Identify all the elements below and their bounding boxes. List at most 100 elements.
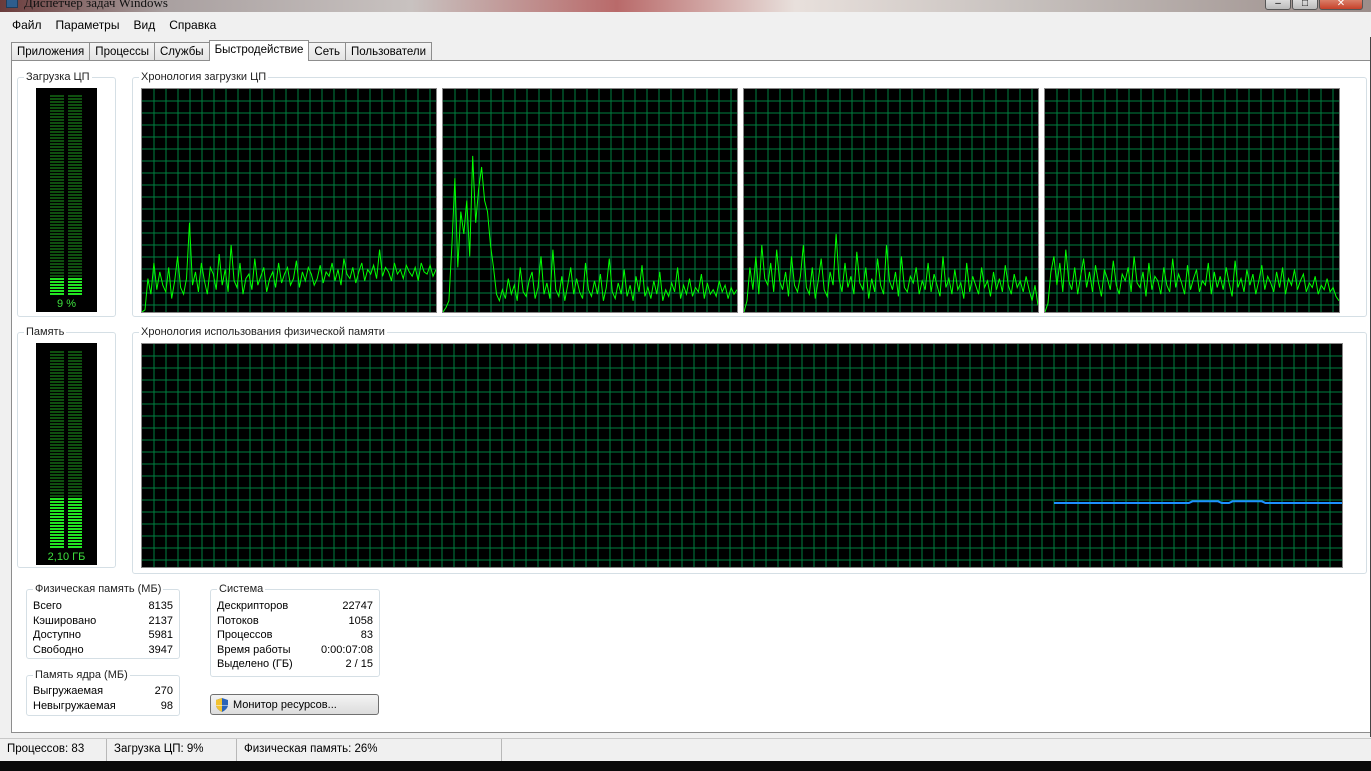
stat-row: Дескрипторов 22747 xyxy=(217,600,373,615)
stat-value: 1058 xyxy=(348,615,373,627)
meter-segment xyxy=(50,218,64,220)
menu-file[interactable]: Файл xyxy=(5,16,49,34)
meter-segment xyxy=(68,480,82,482)
meter-segment xyxy=(68,188,82,190)
meter-segment xyxy=(50,287,64,289)
tab-applications[interactable]: Приложения xyxy=(11,42,91,61)
meter-segment xyxy=(68,98,82,100)
tab-performance[interactable]: Быстродействие xyxy=(208,40,310,61)
menu-help[interactable]: Справка xyxy=(162,16,223,34)
meter-segment xyxy=(50,230,64,232)
meter-segment xyxy=(68,161,82,163)
cpu-usage-meter: 9 % xyxy=(36,88,97,312)
meter-segment xyxy=(50,402,64,404)
stat-row: Доступно 5981 xyxy=(33,629,173,644)
meter-segment xyxy=(50,513,64,515)
meter-segment xyxy=(50,381,64,383)
menu-view[interactable]: Вид xyxy=(126,16,162,34)
tab-users[interactable]: Пользователи xyxy=(345,42,433,61)
meter-segment xyxy=(68,546,82,548)
meter-segment xyxy=(50,399,64,401)
maximize-button[interactable]: □ xyxy=(1292,0,1318,10)
meter-segment xyxy=(50,522,64,524)
meter-segment xyxy=(68,293,82,295)
meter-segment xyxy=(68,537,82,539)
meter-segment xyxy=(50,116,64,118)
meter-segment xyxy=(50,498,64,500)
stat-key: Выгружаемая xyxy=(33,685,104,697)
meter-segment xyxy=(50,366,64,368)
meter-segment xyxy=(50,140,64,142)
meter-segment xyxy=(68,423,82,425)
graph-grid xyxy=(443,89,737,312)
tab-services[interactable]: Службы xyxy=(153,42,210,61)
title-bar[interactable]: Диспетчер задач Windows – □ ✕ xyxy=(0,0,1371,12)
meter-segment xyxy=(68,525,82,527)
meter-segment xyxy=(68,227,82,229)
meter-segment xyxy=(68,158,82,160)
meter-segment xyxy=(68,444,82,446)
meter-segment xyxy=(68,414,82,416)
meter-segment xyxy=(68,107,82,109)
meter-segment xyxy=(50,224,64,226)
cpu-history-label: Хронология загрузки ЦП xyxy=(139,71,269,84)
meter-segment xyxy=(68,474,82,476)
meter-segment xyxy=(68,110,82,112)
meter-segment xyxy=(68,522,82,524)
resource-monitor-label: Монитор ресурсов... xyxy=(233,698,337,711)
meter-segment xyxy=(68,278,82,280)
meter-segment xyxy=(50,423,64,425)
uac-shield-icon xyxy=(216,698,228,712)
meter-segment xyxy=(68,381,82,383)
meter-segment xyxy=(68,290,82,292)
meter-segment xyxy=(68,363,82,365)
cpu-usage-line xyxy=(142,222,436,312)
meter-segment xyxy=(50,173,64,175)
minimize-button[interactable]: – xyxy=(1265,0,1291,10)
stat-row: Свободно 3947 xyxy=(33,644,173,659)
cpu-usage-group: Загрузка ЦП 9 % xyxy=(17,71,116,317)
meter-segment xyxy=(68,429,82,431)
meter-segment xyxy=(50,242,64,244)
meter-segment xyxy=(68,275,82,277)
memory-usage-value: 2,10 ГБ xyxy=(47,551,86,563)
meter-segment xyxy=(68,164,82,166)
meter-segment xyxy=(50,164,64,166)
meter-segment xyxy=(68,104,82,106)
status-bar: Процессов: 83 Загрузка ЦП: 9% Физическая… xyxy=(0,738,1371,762)
meter-segment xyxy=(68,375,82,377)
meter-segment xyxy=(50,215,64,217)
meter-segment xyxy=(68,212,82,214)
meter-segment xyxy=(50,432,64,434)
stat-value: 2137 xyxy=(148,615,173,627)
meter-segment xyxy=(50,248,64,250)
meter-segment xyxy=(68,140,82,142)
menu-options[interactable]: Параметры xyxy=(49,16,127,34)
meter-segment xyxy=(68,95,82,97)
stat-key: Время работы xyxy=(217,644,291,656)
meter-segment xyxy=(68,134,82,136)
tab-networking[interactable]: Сеть xyxy=(308,42,346,61)
meter-segment xyxy=(68,471,82,473)
meter-segment xyxy=(50,200,64,202)
meter-segment xyxy=(50,528,64,530)
meter-segment xyxy=(50,260,64,262)
meter-segment xyxy=(68,257,82,259)
meter-segment xyxy=(68,263,82,265)
meter-segment xyxy=(50,420,64,422)
meter-segment xyxy=(68,399,82,401)
close-button[interactable]: ✕ xyxy=(1319,0,1363,10)
meter-segment xyxy=(68,176,82,178)
cpu-core-2-graph xyxy=(442,88,738,313)
meter-segment xyxy=(50,390,64,392)
meter-segment xyxy=(50,272,64,274)
meter-segment xyxy=(50,456,64,458)
stat-value: 2 / 15 xyxy=(345,658,373,670)
resource-monitor-button[interactable]: Монитор ресурсов... xyxy=(210,694,379,715)
meter-segment xyxy=(50,158,64,160)
meter-segment xyxy=(50,167,64,169)
kernel-memory-label: Память ядра (МБ) xyxy=(33,669,130,682)
meter-segment xyxy=(50,396,64,398)
tab-processes[interactable]: Процессы xyxy=(89,42,155,61)
meter-segment xyxy=(50,351,64,353)
